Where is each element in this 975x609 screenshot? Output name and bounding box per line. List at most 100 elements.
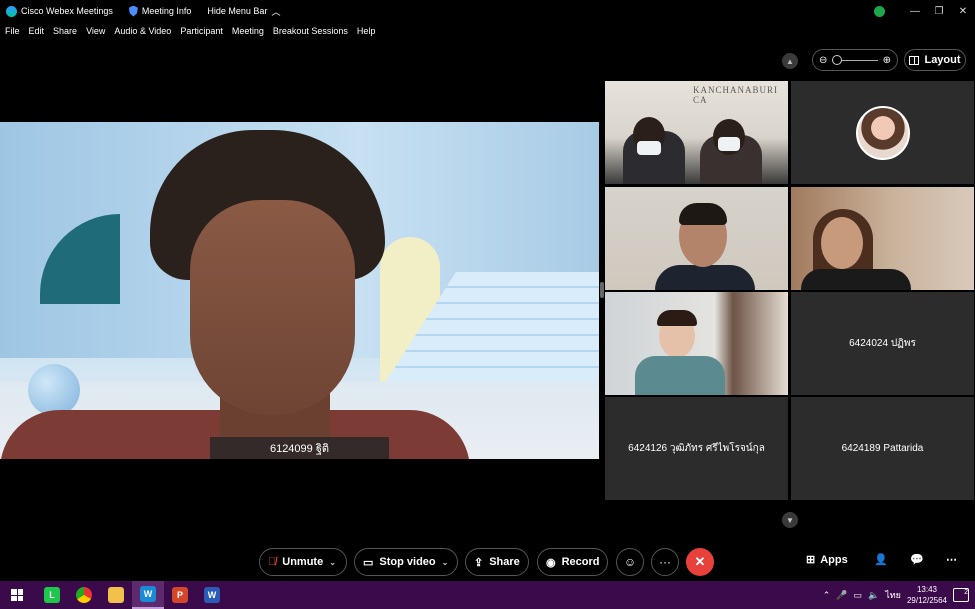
participant-tile[interactable]	[791, 81, 974, 184]
menu-edit[interactable]: Edit	[29, 26, 45, 36]
line-icon: L	[44, 587, 60, 603]
share-button[interactable]: ⇪ Share	[465, 548, 529, 576]
menu-participant[interactable]: Participant	[180, 26, 223, 36]
app-title: Cisco Webex Meetings	[6, 5, 113, 17]
start-button[interactable]	[0, 581, 34, 609]
zoom-in-icon[interactable]: ⊕	[883, 55, 891, 66]
meeting-controls: 🎙̸ Unmute ⌄ ▭ Stop video ⌄ ⇪ Share ◉ Rec…	[0, 545, 975, 579]
more-label: ···	[659, 555, 671, 569]
notification-count: 2	[964, 589, 968, 596]
participant-name: 6424024 ปฏิพร	[849, 338, 916, 349]
menu-breakout-sessions[interactable]: Breakout Sessions	[273, 26, 348, 36]
microphone-icon[interactable]: 🎤	[836, 590, 847, 601]
resize-handle[interactable]	[600, 282, 604, 298]
taskbar-line[interactable]: L	[36, 581, 68, 609]
participant-avatar	[855, 105, 910, 160]
chevron-down-icon[interactable]: ⌄	[329, 558, 336, 567]
more-icon: ⋯	[946, 554, 957, 566]
close-icon: ✕	[694, 554, 706, 569]
taskbar-word[interactable]: W	[196, 581, 228, 609]
more-options-button[interactable]: ···	[651, 548, 679, 576]
unmute-label: Unmute	[282, 556, 324, 568]
tile-banner-text: KANCHANABURI CA	[693, 85, 779, 105]
face-mask	[637, 141, 661, 155]
participants-icon: 👤	[874, 554, 888, 566]
word-icon: W	[204, 587, 220, 603]
chevron-down-icon: ▼	[786, 515, 794, 525]
stop-video-label: Stop video	[379, 556, 436, 568]
active-speaker-name: 6124099 ฐิติ	[210, 437, 389, 459]
menu-bar: File Edit Share View Audio & Video Parti…	[0, 22, 384, 40]
folder-icon	[108, 587, 124, 603]
clock[interactable]: 13:43 29/12/2564	[907, 584, 947, 606]
layout-button[interactable]: Layout	[904, 49, 966, 71]
face-mask	[718, 137, 740, 151]
hide-menu-bar-button[interactable]: Hide Menu Bar ︿	[207, 5, 280, 18]
notification-icon[interactable]: 2	[953, 588, 969, 602]
participant-tile[interactable]: KANCHANABURI CA	[605, 81, 788, 184]
stop-video-button[interactable]: ▭ Stop video ⌄	[354, 548, 458, 576]
participant-tile[interactable]	[791, 187, 974, 290]
scroll-up-button[interactable]: ▲	[782, 53, 798, 69]
meeting-info-button[interactable]: Meeting Info	[128, 5, 192, 17]
taskbar-webex[interactable]: W	[132, 581, 164, 609]
hide-menu-bar-label: Hide Menu Bar	[207, 6, 268, 16]
minimize-icon[interactable]: —	[903, 6, 927, 17]
windows-logo-icon	[11, 589, 23, 601]
zoom-track[interactable]	[832, 54, 878, 65]
zoom-out-icon[interactable]: ⊖	[819, 55, 827, 66]
background-ball	[28, 364, 80, 416]
menu-file[interactable]: File	[5, 26, 20, 36]
more-menu-button[interactable]: ⋯	[946, 553, 957, 566]
restore-icon[interactable]: ❐	[927, 6, 951, 17]
apps-button[interactable]: ⊞ Apps	[806, 553, 848, 567]
layout-icon	[909, 55, 920, 65]
title-bar: Cisco Webex Meetings Meeting Info Hide M…	[0, 0, 975, 22]
menu-share[interactable]: Share	[53, 26, 77, 36]
chevron-up-icon[interactable]: ⌃	[823, 590, 831, 601]
status-icon[interactable]	[874, 5, 885, 17]
app-name: Cisco Webex Meetings	[21, 6, 113, 16]
reactions-button[interactable]: ☺	[616, 548, 644, 576]
participant-hair	[657, 310, 697, 326]
participant-hair	[679, 203, 727, 225]
shield-icon	[128, 5, 138, 17]
menu-help[interactable]: Help	[357, 26, 376, 36]
participant-tile[interactable]	[605, 187, 788, 290]
unmute-button[interactable]: 🎙̸ Unmute ⌄	[259, 548, 347, 576]
zoom-slider[interactable]: ⊖ ⊕	[812, 49, 898, 71]
participants-button[interactable]: 👤	[874, 553, 888, 566]
chevron-down-icon[interactable]: ⌄	[442, 558, 449, 567]
participant-tile[interactable]: 6424126 วุฒิภัทร ศรีไพโรจน์กุล	[605, 397, 788, 500]
participant-tile[interactable]: 6424189 Pattarida	[791, 397, 974, 500]
taskbar-chrome[interactable]	[68, 581, 100, 609]
scroll-down-button[interactable]: ▼	[782, 512, 798, 528]
menu-meeting[interactable]: Meeting	[232, 26, 264, 36]
zoom-knob[interactable]	[832, 54, 843, 65]
menu-view[interactable]: View	[86, 26, 105, 36]
speaker-figure	[0, 130, 470, 459]
speaker-icon[interactable]: 🔈	[868, 590, 879, 601]
participant-tile[interactable]: 6424024 ปฏิพร	[791, 292, 974, 395]
menu-audio-video[interactable]: Audio & Video	[114, 26, 171, 36]
network-icon[interactable]: ▭	[853, 590, 862, 601]
active-speaker-video[interactable]	[0, 122, 599, 459]
participant-tile[interactable]	[605, 292, 788, 395]
taskbar-file-explorer[interactable]	[100, 581, 132, 609]
input-language[interactable]: ไทย	[885, 588, 901, 602]
clock-date: 29/12/2564	[906, 596, 947, 605]
webex-logo-icon	[6, 5, 17, 17]
participant-head	[821, 217, 863, 269]
meeting-info-label: Meeting Info	[141, 6, 192, 16]
close-icon[interactable]: ✕	[951, 6, 975, 17]
leave-meeting-button[interactable]: ✕	[686, 548, 714, 576]
share-label: Share	[489, 556, 520, 568]
speaker-face	[190, 200, 355, 415]
participant-name: 6424189 Pattarida	[841, 443, 924, 454]
smiley-icon: ☺	[623, 555, 637, 569]
participant-figure	[655, 265, 755, 290]
participant-name: 6424126 วุฒิภัทร ศรีไพโรจน์กุล	[628, 443, 765, 454]
chat-button[interactable]: 💬	[910, 553, 924, 566]
record-button[interactable]: ◉ Record	[537, 548, 608, 576]
taskbar-powerpoint[interactable]: P	[164, 581, 196, 609]
